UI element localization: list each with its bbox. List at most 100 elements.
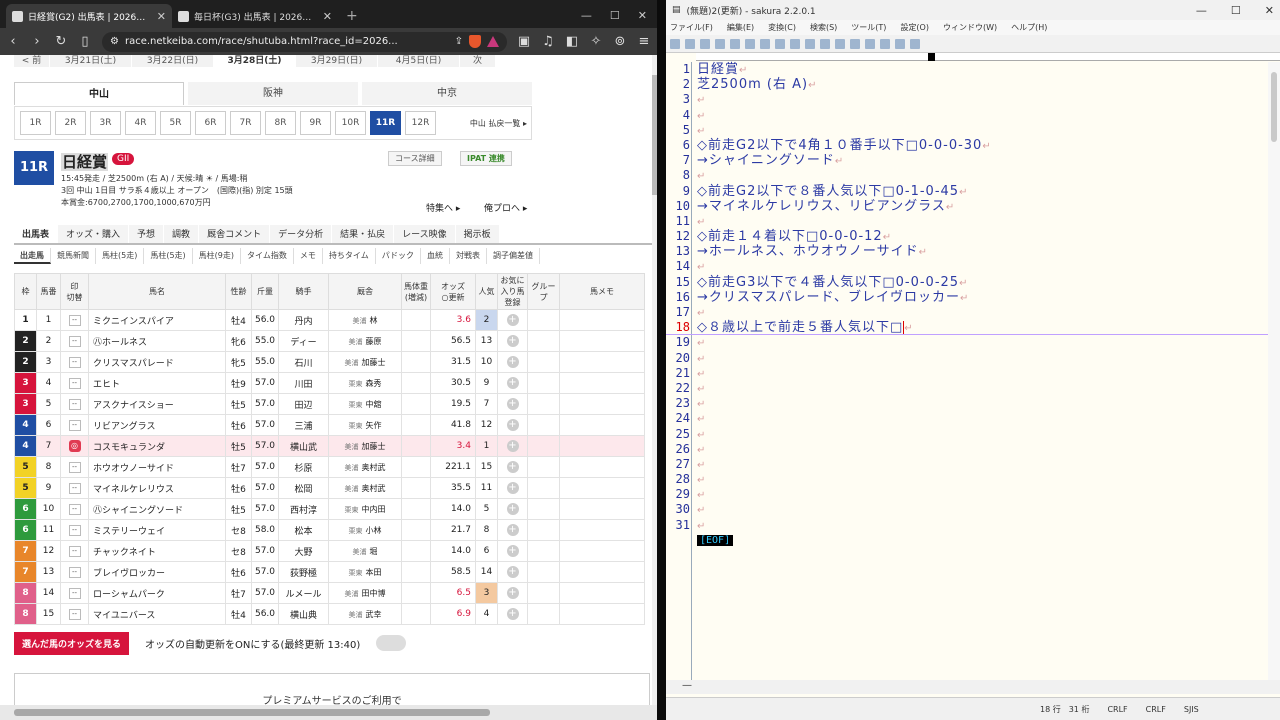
fav-group-cell[interactable] xyxy=(527,456,560,478)
date-tab-selected[interactable]: 3月28日(土) xyxy=(214,55,296,67)
minimize-icon[interactable]: — xyxy=(1196,4,1207,17)
mark-select[interactable]: -- xyxy=(68,314,81,326)
editor-line[interactable]: 25 ↵ xyxy=(666,427,1280,442)
mark-select[interactable]: -- xyxy=(68,356,81,368)
fav-add-icon[interactable]: + xyxy=(506,503,519,515)
memo-cell[interactable] xyxy=(559,498,645,520)
tab-comment[interactable]: 厩舎コメント xyxy=(199,225,271,243)
fav-group-cell[interactable] xyxy=(527,351,560,373)
mark-cell[interactable]: -- xyxy=(60,456,89,478)
mark-select[interactable]: -- xyxy=(68,461,81,473)
mark-cell[interactable]: -- xyxy=(60,309,89,331)
jockey-link[interactable]: 横山武 xyxy=(278,435,329,457)
race-button-selected[interactable]: 11R xyxy=(370,111,401,135)
sidebar-icon[interactable]: ◧ xyxy=(565,34,579,49)
editor-line[interactable]: 22 ↵ xyxy=(666,381,1280,396)
fav-add-icon[interactable]: + xyxy=(506,398,519,410)
memo-cell[interactable] xyxy=(559,519,645,541)
mark-cell[interactable]: -- xyxy=(60,540,89,562)
editor-line[interactable]: 28 ↵ xyxy=(666,472,1280,487)
jump-icon[interactable] xyxy=(850,38,860,49)
outline-icon[interactable] xyxy=(880,38,890,49)
date-tab[interactable]: 3月21日(土) xyxy=(50,55,132,67)
race-button[interactable]: 6R xyxy=(195,111,226,135)
back-icon[interactable]: ‹ xyxy=(6,34,20,49)
date-tab[interactable]: 3月29日(日) xyxy=(296,55,378,67)
jockey-link[interactable]: 横山典 xyxy=(278,603,329,625)
trainer-link[interactable]: 林 xyxy=(370,316,378,325)
forward-icon[interactable] xyxy=(775,38,785,49)
subtab[interactable]: 馬柱(9走) xyxy=(193,248,242,264)
view-selected-odds-button[interactable]: 選んだ馬のオッズを見る xyxy=(14,631,130,655)
date-tab[interactable]: 4月5日(日) xyxy=(378,55,460,67)
memo-cell[interactable] xyxy=(559,351,645,373)
horizontal-scrollbar[interactable] xyxy=(0,705,657,720)
horse-name-link[interactable]: ㊇ホールネス xyxy=(88,330,226,352)
editor-scrollbar[interactable] xyxy=(1268,62,1280,680)
mark-cell[interactable]: -- xyxy=(60,477,89,499)
jockey-link[interactable]: 石川 xyxy=(278,351,329,373)
mark-select[interactable]: -- xyxy=(68,587,81,599)
fav-group-cell[interactable] xyxy=(527,435,560,457)
trainer-link[interactable]: 奥村武 xyxy=(362,484,386,493)
fav-add-icon[interactable]: + xyxy=(506,524,519,536)
memo-cell[interactable] xyxy=(559,372,645,394)
next-date-link[interactable]: 次 xyxy=(460,55,496,67)
horse-name-link[interactable]: ブレイヴロッカー xyxy=(88,561,226,583)
mark-select[interactable]: -- xyxy=(68,482,81,494)
horse-name-link[interactable]: ミステリーウェイ xyxy=(88,519,226,541)
menu-window[interactable]: ウィンドウ(W) xyxy=(943,22,997,33)
minimize-icon[interactable]: — xyxy=(581,9,592,22)
menu-search[interactable]: 検索(S) xyxy=(810,22,837,33)
trainer-link[interactable]: 矢作 xyxy=(366,421,382,430)
memo-cell[interactable] xyxy=(559,414,645,436)
date-tab[interactable]: 3月22日(日) xyxy=(132,55,214,67)
venue-tab-hanshin[interactable]: 阪神 xyxy=(188,82,358,105)
col-name[interactable]: 馬名 xyxy=(88,273,226,310)
jockey-link[interactable]: ディー xyxy=(278,330,329,352)
ipat-link-button[interactable]: IPAT 連携 xyxy=(460,151,512,166)
editor-line[interactable]: 4 ↵ xyxy=(666,108,1280,123)
fav-add-icon[interactable]: + xyxy=(506,419,519,431)
payout-list-link[interactable]: 中山 払戻一覧 ▸ xyxy=(470,118,527,129)
vpn-icon[interactable]: ⊚ xyxy=(613,34,627,49)
subtab[interactable]: 調子偏差値 xyxy=(487,248,540,264)
horse-name-link[interactable]: ミクニインスパイア xyxy=(88,309,226,331)
jockey-link[interactable]: 松岡 xyxy=(278,477,329,499)
jockey-link[interactable]: 松本 xyxy=(278,519,329,541)
memo-cell[interactable] xyxy=(559,330,645,352)
address-bar[interactable]: ⚙ race.netkeiba.com/race/shutuba.html?rac… xyxy=(102,31,507,52)
race-button[interactable]: 2R xyxy=(55,111,86,135)
subtab[interactable]: 対戦表 xyxy=(450,248,487,264)
editor-line[interactable]: 29 ↵ xyxy=(666,487,1280,502)
race-button[interactable]: 5R xyxy=(160,111,191,135)
editor-line[interactable]: 15 ◇前走G3以下で４番人気以下□0-0-0-25↵ xyxy=(666,275,1280,290)
tab-data[interactable]: データ分析 xyxy=(270,225,333,243)
close-tab-icon[interactable]: ✕ xyxy=(157,10,166,23)
jockey-link[interactable]: 田辺 xyxy=(278,393,329,415)
editor-line[interactable]: 27 ↵ xyxy=(666,457,1280,472)
editor-line[interactable]: 16 →クリスマスパレード、ブレイヴロッカー↵ xyxy=(666,290,1280,305)
find-next-icon[interactable] xyxy=(805,38,815,49)
horse-name-link[interactable]: チャックネイト xyxy=(88,540,226,562)
memo-cell[interactable] xyxy=(559,309,645,331)
trainer-link[interactable]: 加藤士 xyxy=(362,442,386,451)
mark-select[interactable]: -- xyxy=(68,566,81,578)
memo-cell[interactable] xyxy=(559,477,645,499)
jockey-link[interactable]: ルメール xyxy=(278,582,329,604)
editor-line[interactable]: 7 →シャイニングソード↵ xyxy=(666,153,1280,168)
rewards-icon[interactable] xyxy=(487,36,499,47)
mark-select[interactable]: -- xyxy=(68,398,81,410)
menu-file[interactable]: ファイル(F) xyxy=(670,22,713,33)
venue-tab-chukyo[interactable]: 中京 xyxy=(362,82,532,105)
fav-group-cell[interactable] xyxy=(527,582,560,604)
editor-line[interactable]: 21 ↵ xyxy=(666,366,1280,381)
menu-icon[interactable]: ≡ xyxy=(637,34,651,49)
menu-help[interactable]: ヘルプ(H) xyxy=(1011,22,1047,33)
subtab[interactable]: 競馬新聞 xyxy=(51,248,96,264)
auto-update-toggle[interactable] xyxy=(376,635,407,651)
editor-line[interactable]: 20 ↵ xyxy=(666,351,1280,366)
maximize-icon[interactable]: ☐ xyxy=(1231,4,1241,17)
editor-line[interactable]: 8 ↵ xyxy=(666,168,1280,183)
feature-link[interactable]: 特集へ ▸ xyxy=(426,201,460,214)
